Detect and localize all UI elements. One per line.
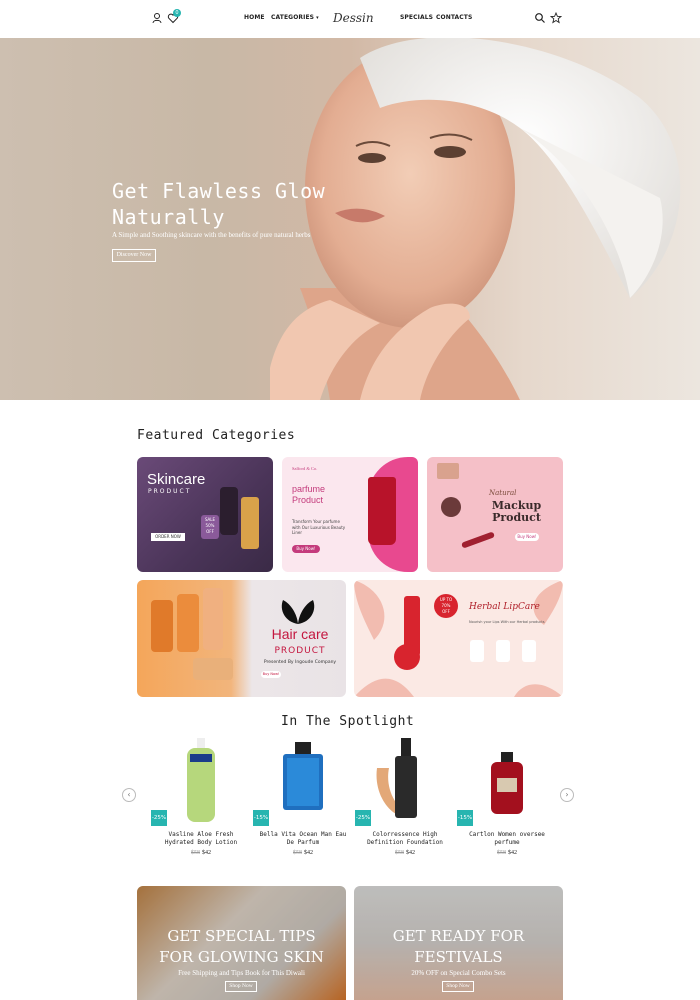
product-image-perfume bbox=[283, 742, 323, 810]
strawberry-image bbox=[394, 644, 420, 670]
cart-count-badge: 0 bbox=[173, 9, 181, 17]
card-description: Transform Your parfume with Our Luxuriou… bbox=[292, 519, 346, 535]
current-price: $42 bbox=[508, 850, 517, 856]
user-icon[interactable] bbox=[151, 12, 163, 24]
discount-badge: -25% bbox=[151, 810, 167, 826]
product-image-lotion bbox=[187, 738, 215, 822]
hero-title: Get Flawless Glow Naturally bbox=[112, 179, 326, 229]
wishlist-star-icon[interactable] bbox=[550, 12, 562, 24]
nav-contacts[interactable]: CONTACTS bbox=[436, 14, 472, 21]
search-icon[interactable] bbox=[534, 12, 546, 24]
category-card-haircare[interactable]: Hair care PRODUCT Presented By Ingoude C… bbox=[137, 580, 346, 697]
hero-banner: Get Flawless Glow Naturally A Simple and… bbox=[0, 38, 700, 400]
old-price: $58 bbox=[191, 850, 200, 856]
discount-badge: -25% bbox=[355, 810, 371, 826]
card-subtitle: PRODUCT bbox=[148, 488, 192, 495]
promo-subtitle: Free Shipping and Tips Book for This Diw… bbox=[178, 969, 305, 977]
category-card-makeup[interactable]: Natural Mackup Product Buy Now! bbox=[427, 457, 563, 572]
sale-badge: SALE 50% OFF bbox=[201, 515, 219, 539]
discount-badge: -15% bbox=[457, 810, 473, 826]
carousel-prev-arrow-icon[interactable]: ‹ bbox=[122, 788, 136, 802]
product-price: $58 $42 bbox=[253, 850, 353, 856]
promo-title: GET READY FOR FESTIVALS bbox=[392, 927, 525, 966]
spotlight-title: In The Spotlight bbox=[281, 714, 415, 729]
pump-bottle-image bbox=[220, 487, 238, 535]
old-price: $58 bbox=[497, 850, 506, 856]
discount-badge: -15% bbox=[253, 810, 269, 826]
old-price: $58 bbox=[395, 850, 404, 856]
leaf-logo-icon bbox=[281, 600, 315, 624]
old-price: $58 bbox=[293, 850, 302, 856]
product-name[interactable]: Cartlon Women oversee perfume bbox=[457, 831, 557, 847]
card-title: Hair care bbox=[271, 626, 329, 642]
card-description: Presented By Ingoude Company bbox=[263, 660, 337, 665]
featured-categories-title: Featured Categories bbox=[137, 428, 296, 443]
product-price: $58 $42 bbox=[151, 850, 251, 856]
product-image-foundation bbox=[376, 738, 417, 818]
cream-jar-image bbox=[193, 658, 233, 680]
serum-bottle-image bbox=[151, 600, 173, 652]
discover-now-button[interactable]: Discover Now bbox=[112, 249, 156, 262]
order-now-button[interactable]: ORDER NOW bbox=[151, 533, 185, 541]
palette-image bbox=[437, 463, 459, 479]
lip-product-image bbox=[470, 640, 484, 662]
current-price: $42 bbox=[202, 850, 211, 856]
nav-categories-label: CATEGORIES bbox=[271, 14, 315, 21]
card-subtitle: PRODUCT bbox=[274, 646, 326, 656]
shop-now-button[interactable]: Shop Now bbox=[442, 981, 474, 992]
category-card-parfume[interactable]: Salford & Co. parfume Product Transform … bbox=[282, 457, 418, 572]
shop-now-button[interactable]: Shop Now bbox=[225, 981, 257, 992]
buy-now-button[interactable]: Buy Now! bbox=[292, 545, 320, 553]
lip-product-image bbox=[496, 640, 510, 662]
product-image-women-perfume bbox=[491, 752, 523, 814]
perfume-bottle-image bbox=[368, 477, 396, 545]
promo-banner-festivals[interactable]: GET READY FOR FESTIVALS 20% OFF on Speci… bbox=[354, 886, 563, 1000]
tube-image bbox=[241, 497, 259, 549]
nav-home[interactable]: HOME bbox=[244, 14, 265, 21]
category-card-lipcare[interactable]: UP TO 70% OFF Herbal LipCare Nourish you… bbox=[354, 580, 563, 697]
site-header: 0 HOME CATEGORIES ▾ Dessin SPECIALS CONTA… bbox=[0, 0, 700, 38]
product-price: $58 $42 bbox=[355, 850, 455, 856]
card-title: Mackup Product bbox=[491, 499, 542, 524]
product-name[interactable]: Bella Vita Ocean Man Eau De Parfum bbox=[253, 831, 353, 847]
serum-bottle-image bbox=[177, 594, 199, 652]
card-brand: Salford & Co. bbox=[292, 466, 318, 471]
product-name[interactable]: Vasline Aloe Fresh Hydrated Body Lotion bbox=[151, 831, 251, 847]
category-card-skincare[interactable]: Skincare PRODUCT SALE 50% OFF ORDER NOW bbox=[137, 457, 273, 572]
hero-subtitle: A Simple and Soothing skincare with the … bbox=[112, 231, 311, 239]
chevron-down-icon: ▾ bbox=[316, 15, 319, 21]
card-script: Natural bbox=[489, 489, 517, 497]
card-title: Herbal LipCare bbox=[469, 602, 540, 612]
lipstick-image bbox=[460, 531, 496, 549]
discount-badge: UP TO 70% OFF bbox=[434, 594, 458, 618]
card-title: parfume Product bbox=[292, 484, 326, 505]
product-name[interactable]: Colorressence High Definition Foundation bbox=[355, 831, 455, 847]
promo-banner-glowing-skin[interactable]: GET SPECIAL TIPS FOR GLOWING SKIN Free S… bbox=[137, 886, 346, 1000]
compact-image bbox=[441, 497, 461, 517]
nav-categories[interactable]: CATEGORIES ▾ bbox=[271, 14, 319, 21]
carousel-next-arrow-icon[interactable]: › bbox=[560, 788, 574, 802]
nav-specials[interactable]: SPECIALS bbox=[400, 14, 433, 21]
promo-title: GET SPECIAL TIPS FOR GLOWING SKIN bbox=[159, 927, 324, 966]
leaf-decoration-image bbox=[354, 580, 563, 697]
hero-model-image bbox=[270, 38, 681, 400]
promo-subtitle: 20% OFF on Special Combo Sets bbox=[411, 969, 506, 977]
product-price: $58 $42 bbox=[457, 850, 557, 856]
site-logo[interactable]: Dessin bbox=[333, 6, 374, 30]
lip-product-image bbox=[522, 640, 536, 662]
serum-bottle-image bbox=[203, 588, 223, 650]
current-price: $42 bbox=[406, 850, 415, 856]
card-description: Nourish your Lips With our Herbal produc… bbox=[469, 620, 545, 624]
buy-now-button[interactable]: Buy Now! bbox=[515, 533, 539, 541]
card-title: Skincare bbox=[147, 471, 206, 488]
buy-now-button[interactable]: Buy Now! bbox=[261, 671, 281, 678]
current-price: $42 bbox=[304, 850, 313, 856]
